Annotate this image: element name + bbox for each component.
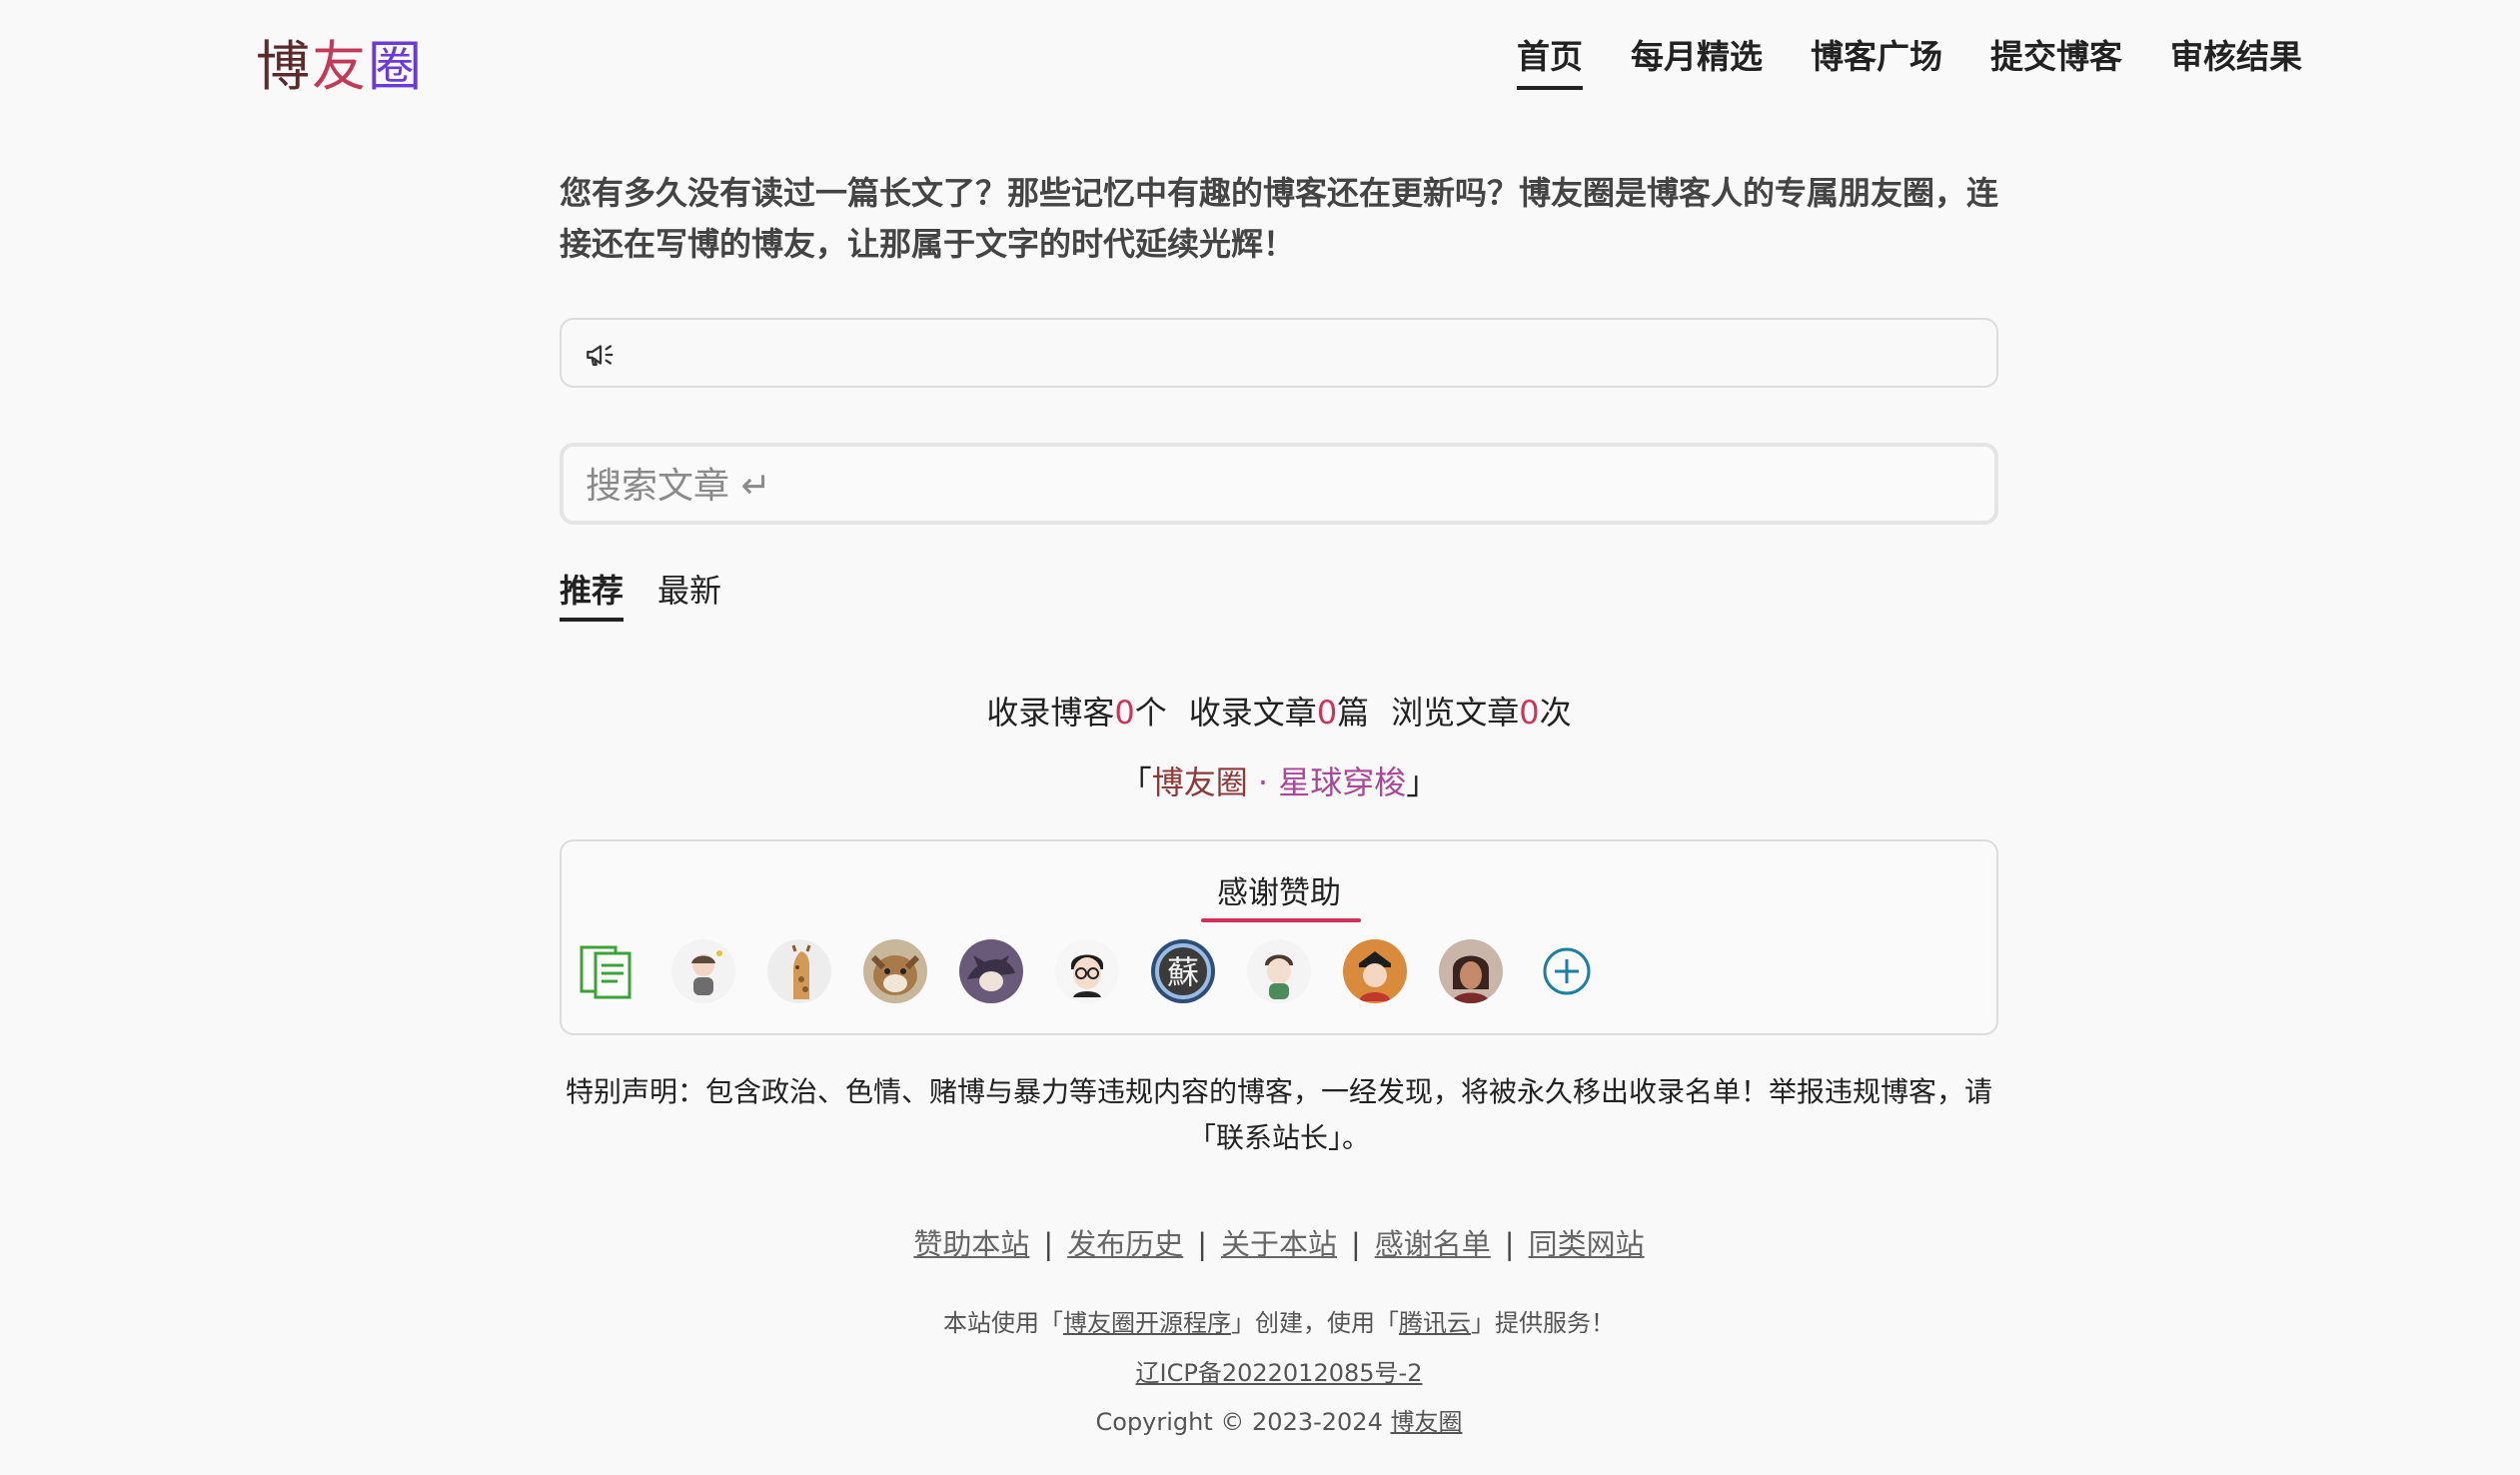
icp-line: 辽ICP备2022012085号-2 [560,1353,1998,1388]
sponsor-avatars: 蘇 [576,939,1599,1003]
megaphone-icon [587,345,614,367]
footer-separator: | [1504,1227,1515,1261]
site-logo[interactable]: 博友圈 [256,22,424,101]
footer-link-similar-sites[interactable]: 同类网站 [1529,1227,1645,1261]
svg-text:蘇: 蘇 [1167,953,1199,991]
stat-views-count: 0 [1519,694,1540,732]
stat-unit: 个 [1134,694,1167,732]
avatar[interactable]: 蘇 [1151,939,1215,1003]
footer-link-sponsor[interactable]: 赞助本站 [913,1227,1029,1261]
powered-by: 本站使用「博友圈开源程序」创建，使用「腾讯云」提供服务！ [560,1303,1998,1338]
search-input[interactable] [584,457,1966,515]
icp-link[interactable]: 辽ICP备2022012085号-2 [1136,1359,1423,1387]
nav-monthly-picks[interactable]: 每月精选 [1631,30,1763,90]
avatar[interactable] [863,939,927,1003]
tagline-sep: · [1247,763,1279,801]
logo-char: 友 [312,35,368,98]
stat-label: 收录博客 [986,694,1115,732]
tagline-part: 星球穿梭 [1278,763,1407,801]
footer-links: 赞助本站 | 发布历史 | 关于本站 | 感谢名单 | 同类网站 [560,1221,1998,1263]
announcement-bar [560,318,1998,388]
add-icon[interactable] [1535,939,1599,1003]
powered-text: 本站使用「 [943,1309,1063,1337]
stat-unit: 篇 [1337,694,1370,732]
tab-recommended[interactable]: 推荐 [560,566,625,622]
tagline-bracket: 「 [1119,763,1152,801]
intro-text: 您有多久没有读过一篇长文了？那些记忆中有趣的博客还在更新吗？博友圈是博客人的专属… [560,174,1999,263]
avatar[interactable] [767,939,831,1003]
copyright-link[interactable]: 博友圈 [1390,1408,1462,1436]
avatar[interactable] [671,939,735,1003]
tagline-bracket: 」 [1406,763,1439,801]
stat-label: 浏览文章 [1391,694,1520,732]
logo-char: 圈 [368,35,424,98]
powered-host-link[interactable]: 腾讯云 [1399,1309,1471,1337]
footer-separator: | [1043,1227,1054,1261]
powered-text: 」提供服务！ [1471,1309,1615,1337]
nav-home[interactable]: 首页 [1517,30,1583,90]
avatar[interactable] [1439,939,1503,1003]
footer-separator: | [1197,1227,1207,1261]
nav-blog-square[interactable]: 博客广场 [1811,30,1942,90]
tab-latest[interactable]: 最新 [657,566,721,622]
document-icon[interactable] [576,939,639,1003]
nav-submit-blog[interactable]: 提交博客 [1990,30,2122,90]
sponsor-title-underline [1201,918,1361,922]
special-declaration: 特别声明：包含政治、色情、赌博与暴力等违规内容的博客，一经发现，将被永久移出收录… [565,1075,1992,1154]
site-stats: 收录博客0个 收录文章0篇 浏览文章0次 [560,688,1998,734]
avatar[interactable] [1247,939,1311,1003]
site-header: 博友圈 首页 每月精选 博客广场 提交博客 审核结果 [0,0,2520,120]
tagline-part: 博友圈 [1151,763,1248,801]
powered-text: 」创建，使用「 [1231,1309,1399,1337]
main-nav: 首页 每月精选 博客广场 提交博客 审核结果 [1517,30,2302,90]
avatar[interactable] [1343,939,1407,1003]
article-tabs: 推荐 最新 [560,566,1998,622]
sponsor-title: 感谢赞助 [1217,875,1341,911]
copyright: Copyright © 2023-2024 博友圈 [560,1402,1998,1437]
avatar[interactable] [959,939,1023,1003]
sponsor-panel: 感谢赞助 蘇 [560,839,1998,1035]
footer-link-thanks[interactable]: 感谢名单 [1375,1227,1491,1261]
avatar[interactable] [1055,939,1119,1003]
search-box [560,443,1998,525]
copyright-text: Copyright © 2023-2024 [1095,1408,1391,1436]
nav-review-results[interactable]: 审核结果 [2170,30,2302,90]
stat-blogs-count: 0 [1114,694,1135,732]
tagline[interactable]: 「博友圈 · 星球穿梭」 [560,757,1998,803]
footer-link-about[interactable]: 关于本站 [1221,1227,1337,1261]
footer-link-history[interactable]: 发布历史 [1067,1227,1183,1261]
logo-char: 博 [256,35,312,98]
footer-separator: | [1351,1227,1361,1261]
stat-label: 收录文章 [1188,694,1317,732]
stat-articles-count: 0 [1316,694,1338,732]
powered-program-link[interactable]: 博友圈开源程序 [1063,1309,1231,1337]
stat-unit: 次 [1539,694,1572,732]
